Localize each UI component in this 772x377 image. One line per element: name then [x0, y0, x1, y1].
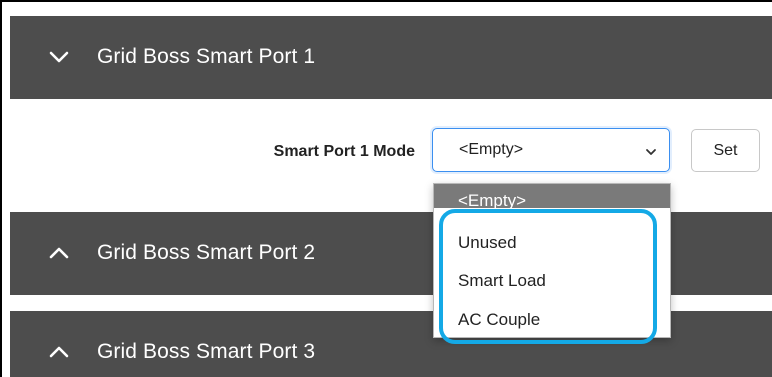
panel-title: Grid Boss Smart Port 2 — [97, 241, 316, 264]
panel-title: Grid Boss Smart Port 3 — [97, 340, 316, 363]
panel-header-smart-port-1[interactable]: Grid Boss Smart Port 1 — [10, 16, 772, 99]
select-value: <Empty> — [459, 141, 524, 158]
chevron-down-icon[interactable] — [48, 46, 70, 68]
chevron-down-icon — [645, 145, 657, 157]
dropdown-option-smart-load[interactable]: Smart Load — [434, 262, 670, 300]
smart-port-1-mode-select[interactable]: <Empty> — [432, 128, 670, 172]
dropdown-option-ac-couple[interactable]: AC Couple — [434, 301, 670, 337]
dropdown-option-unused[interactable]: Unused — [434, 224, 670, 262]
chevron-up-icon[interactable] — [48, 242, 70, 264]
smart-port-1-mode-label: Smart Port 1 Mode — [273, 143, 415, 160]
panel-title: Grid Boss Smart Port 1 — [97, 45, 316, 68]
set-button[interactable]: Set — [691, 129, 760, 172]
mode-dropdown-list[interactable]: <Empty> Unused Smart Load AC Couple — [433, 183, 671, 338]
dropdown-option-empty[interactable]: <Empty> — [434, 184, 670, 208]
chevron-up-icon[interactable] — [48, 341, 70, 363]
